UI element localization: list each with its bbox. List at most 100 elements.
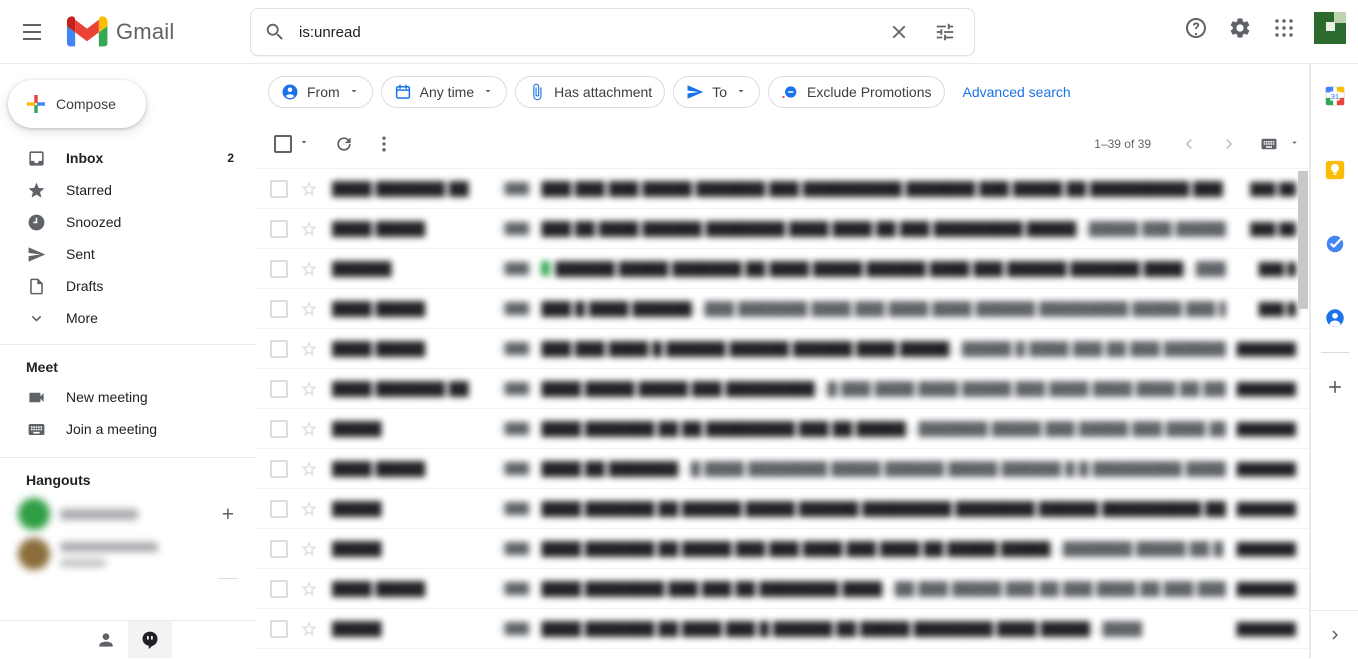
table-row[interactable]: ████ ███████ ██ ███ ███ ███ ███ █████ ████… (256, 169, 1310, 209)
star-icon[interactable] (300, 540, 318, 558)
row-checkbox[interactable] (270, 379, 288, 398)
contacts-person-icon[interactable] (84, 621, 128, 658)
message-subject: ██████ █████ ███████ ██ ████ █████ █████… (555, 260, 1184, 277)
app-header: Gmail (0, 0, 1358, 64)
apps-grid-icon[interactable] (1264, 8, 1304, 48)
add-on-plus-icon[interactable] (1311, 363, 1358, 411)
message-snippet: - ███████ █████ ██ █ ████ █████ (1054, 540, 1226, 557)
search-input[interactable] (299, 9, 876, 55)
sidebar-item-more[interactable]: More (0, 302, 246, 334)
table-row[interactable]: ████ █████ ███ ███ ██ ████ ██████ ████████… (256, 209, 1310, 249)
more-options-button[interactable] (364, 124, 404, 164)
avatar[interactable] (1314, 12, 1346, 44)
table-row[interactable]: ██████ ███ ██████ █████ ███████ ██ ████ ██… (256, 249, 1310, 289)
chevron-down-icon[interactable] (298, 135, 310, 153)
row-checkbox[interactable] (270, 219, 288, 238)
table-row[interactable]: ████ █████ ███ ████ ████████ ███ ███ ██ ██… (256, 569, 1310, 609)
star-icon[interactable] (300, 460, 318, 478)
advanced-search-link[interactable]: Advanced search (963, 84, 1071, 100)
sidebar-item-starred[interactable]: Starred (0, 174, 246, 206)
star-icon[interactable] (300, 180, 318, 198)
row-checkbox[interactable] (270, 619, 288, 638)
search-icon[interactable] (251, 8, 299, 56)
message-label-tag: ███ (500, 581, 534, 596)
avatar (18, 538, 50, 570)
filter-chip-exclude-promotions[interactable]: Exclude Promotions (768, 76, 945, 108)
send-icon (26, 244, 46, 264)
filter-chip-has-attachment[interactable]: Has attachment (515, 76, 666, 108)
main-content: From Any time Has attachment To Exclude … (256, 64, 1310, 658)
star-icon[interactable] (300, 340, 318, 358)
star-icon[interactable] (300, 500, 318, 518)
plus-icon[interactable]: + (222, 504, 234, 525)
row-checkbox[interactable] (270, 259, 288, 278)
compose-button[interactable]: Compose (8, 80, 146, 128)
expand-panel-button[interactable] (1311, 610, 1358, 658)
select-all-checkbox[interactable] (274, 135, 292, 153)
chevron-down-icon[interactable] (1289, 135, 1300, 153)
google-keep-icon[interactable] (1311, 146, 1358, 194)
chevron-down-icon (735, 84, 747, 100)
table-row[interactable]: █████ ███ ████ ███████ ██ █████ ███ ███ ██… (256, 529, 1310, 569)
row-checkbox[interactable] (270, 419, 288, 438)
filter-chip-to[interactable]: To (673, 76, 760, 108)
star-icon[interactable] (300, 580, 318, 598)
message-subject: ███ ██ ████ ██████ ████████ ████ ████ ██… (541, 220, 1077, 237)
star-icon[interactable] (300, 300, 318, 318)
avatar (18, 498, 50, 530)
star-icon[interactable] (300, 260, 318, 278)
gmail-brand[interactable]: Gmail (66, 15, 174, 49)
message-subject: ████ ███████ ██ ██████ █████ ██████ ████… (541, 500, 1226, 517)
table-row[interactable]: ████ █████ ███ ████ ██ ███████ - █ ████ ██… (256, 449, 1310, 489)
filter-chip-label: To (712, 84, 727, 100)
table-row[interactable]: █████ ███ ████ ███████ ██ ██ █████████ ███… (256, 409, 1310, 449)
sidebar-item-join-meeting[interactable]: Join a meeting (0, 413, 246, 445)
star-icon[interactable] (300, 220, 318, 238)
row-checkbox[interactable] (270, 459, 288, 478)
message-subject: ████ ███████ ██ ██ █████████ ███ ██ ████… (541, 420, 906, 437)
star-icon[interactable] (300, 380, 318, 398)
sidebar-item-label: Sent (66, 246, 95, 262)
sidebar-item-sent[interactable]: Sent (0, 238, 246, 270)
table-row[interactable]: ████ █████ ███ ███ ███ ████ █ ██████ █████… (256, 329, 1310, 369)
sidebar-item-new-meeting[interactable]: New meeting (0, 381, 246, 413)
google-contacts-icon[interactable] (1311, 294, 1358, 342)
filter-chip-from[interactable]: From (268, 76, 373, 108)
table-row[interactable]: ████ █████ ███ ███ █ ████ ██████ - ███ ███… (256, 289, 1310, 329)
row-checkbox[interactable] (270, 539, 288, 558)
scrollbar-thumb[interactable] (1298, 171, 1308, 309)
list-item[interactable]: + (0, 494, 256, 534)
row-checkbox[interactable] (270, 299, 288, 318)
close-icon[interactable] (876, 9, 922, 55)
star-icon[interactable] (300, 420, 318, 438)
message-sender: ██████ (332, 260, 392, 277)
table-row[interactable]: █████ ███ ████ ███████ ██ ████ ███ █ █████… (256, 609, 1310, 649)
star-icon[interactable] (300, 620, 318, 638)
search-bar[interactable] (250, 8, 975, 56)
table-row[interactable]: ████ ███████ ██ ███ ████ █████ █████ ███ █… (256, 369, 1310, 409)
row-checkbox[interactable] (270, 179, 288, 198)
sidebar-item-inbox[interactable]: Inbox 2 (0, 142, 246, 174)
hamburger-menu-icon[interactable] (8, 8, 56, 56)
input-tools-button[interactable] (1249, 124, 1289, 164)
refresh-button[interactable] (324, 124, 364, 164)
list-item[interactable] (0, 534, 256, 579)
help-icon[interactable] (1176, 8, 1216, 48)
previous-page-button[interactable] (1169, 124, 1209, 164)
row-checkbox[interactable] (270, 499, 288, 518)
gear-icon[interactable] (1220, 8, 1260, 48)
chevron-down-icon (26, 308, 46, 328)
sidebar-item-drafts[interactable]: Drafts (0, 270, 246, 302)
filter-chip-any-time[interactable]: Any time (380, 76, 508, 108)
sidebar-item-snoozed[interactable]: Snoozed (0, 206, 246, 238)
google-calendar-icon[interactable]: 31 (1311, 72, 1358, 120)
select-all-group[interactable] (270, 135, 310, 153)
table-row[interactable]: █████ ███ ████ ███████ ██ ██████ █████ ███… (256, 489, 1310, 529)
list-scrollbar[interactable] (1298, 169, 1308, 659)
next-page-button[interactable] (1209, 124, 1249, 164)
hangouts-icon[interactable] (128, 621, 172, 658)
row-checkbox[interactable] (270, 579, 288, 598)
google-tasks-icon[interactable] (1311, 220, 1358, 268)
search-options-icon[interactable] (922, 9, 968, 55)
row-checkbox[interactable] (270, 339, 288, 358)
